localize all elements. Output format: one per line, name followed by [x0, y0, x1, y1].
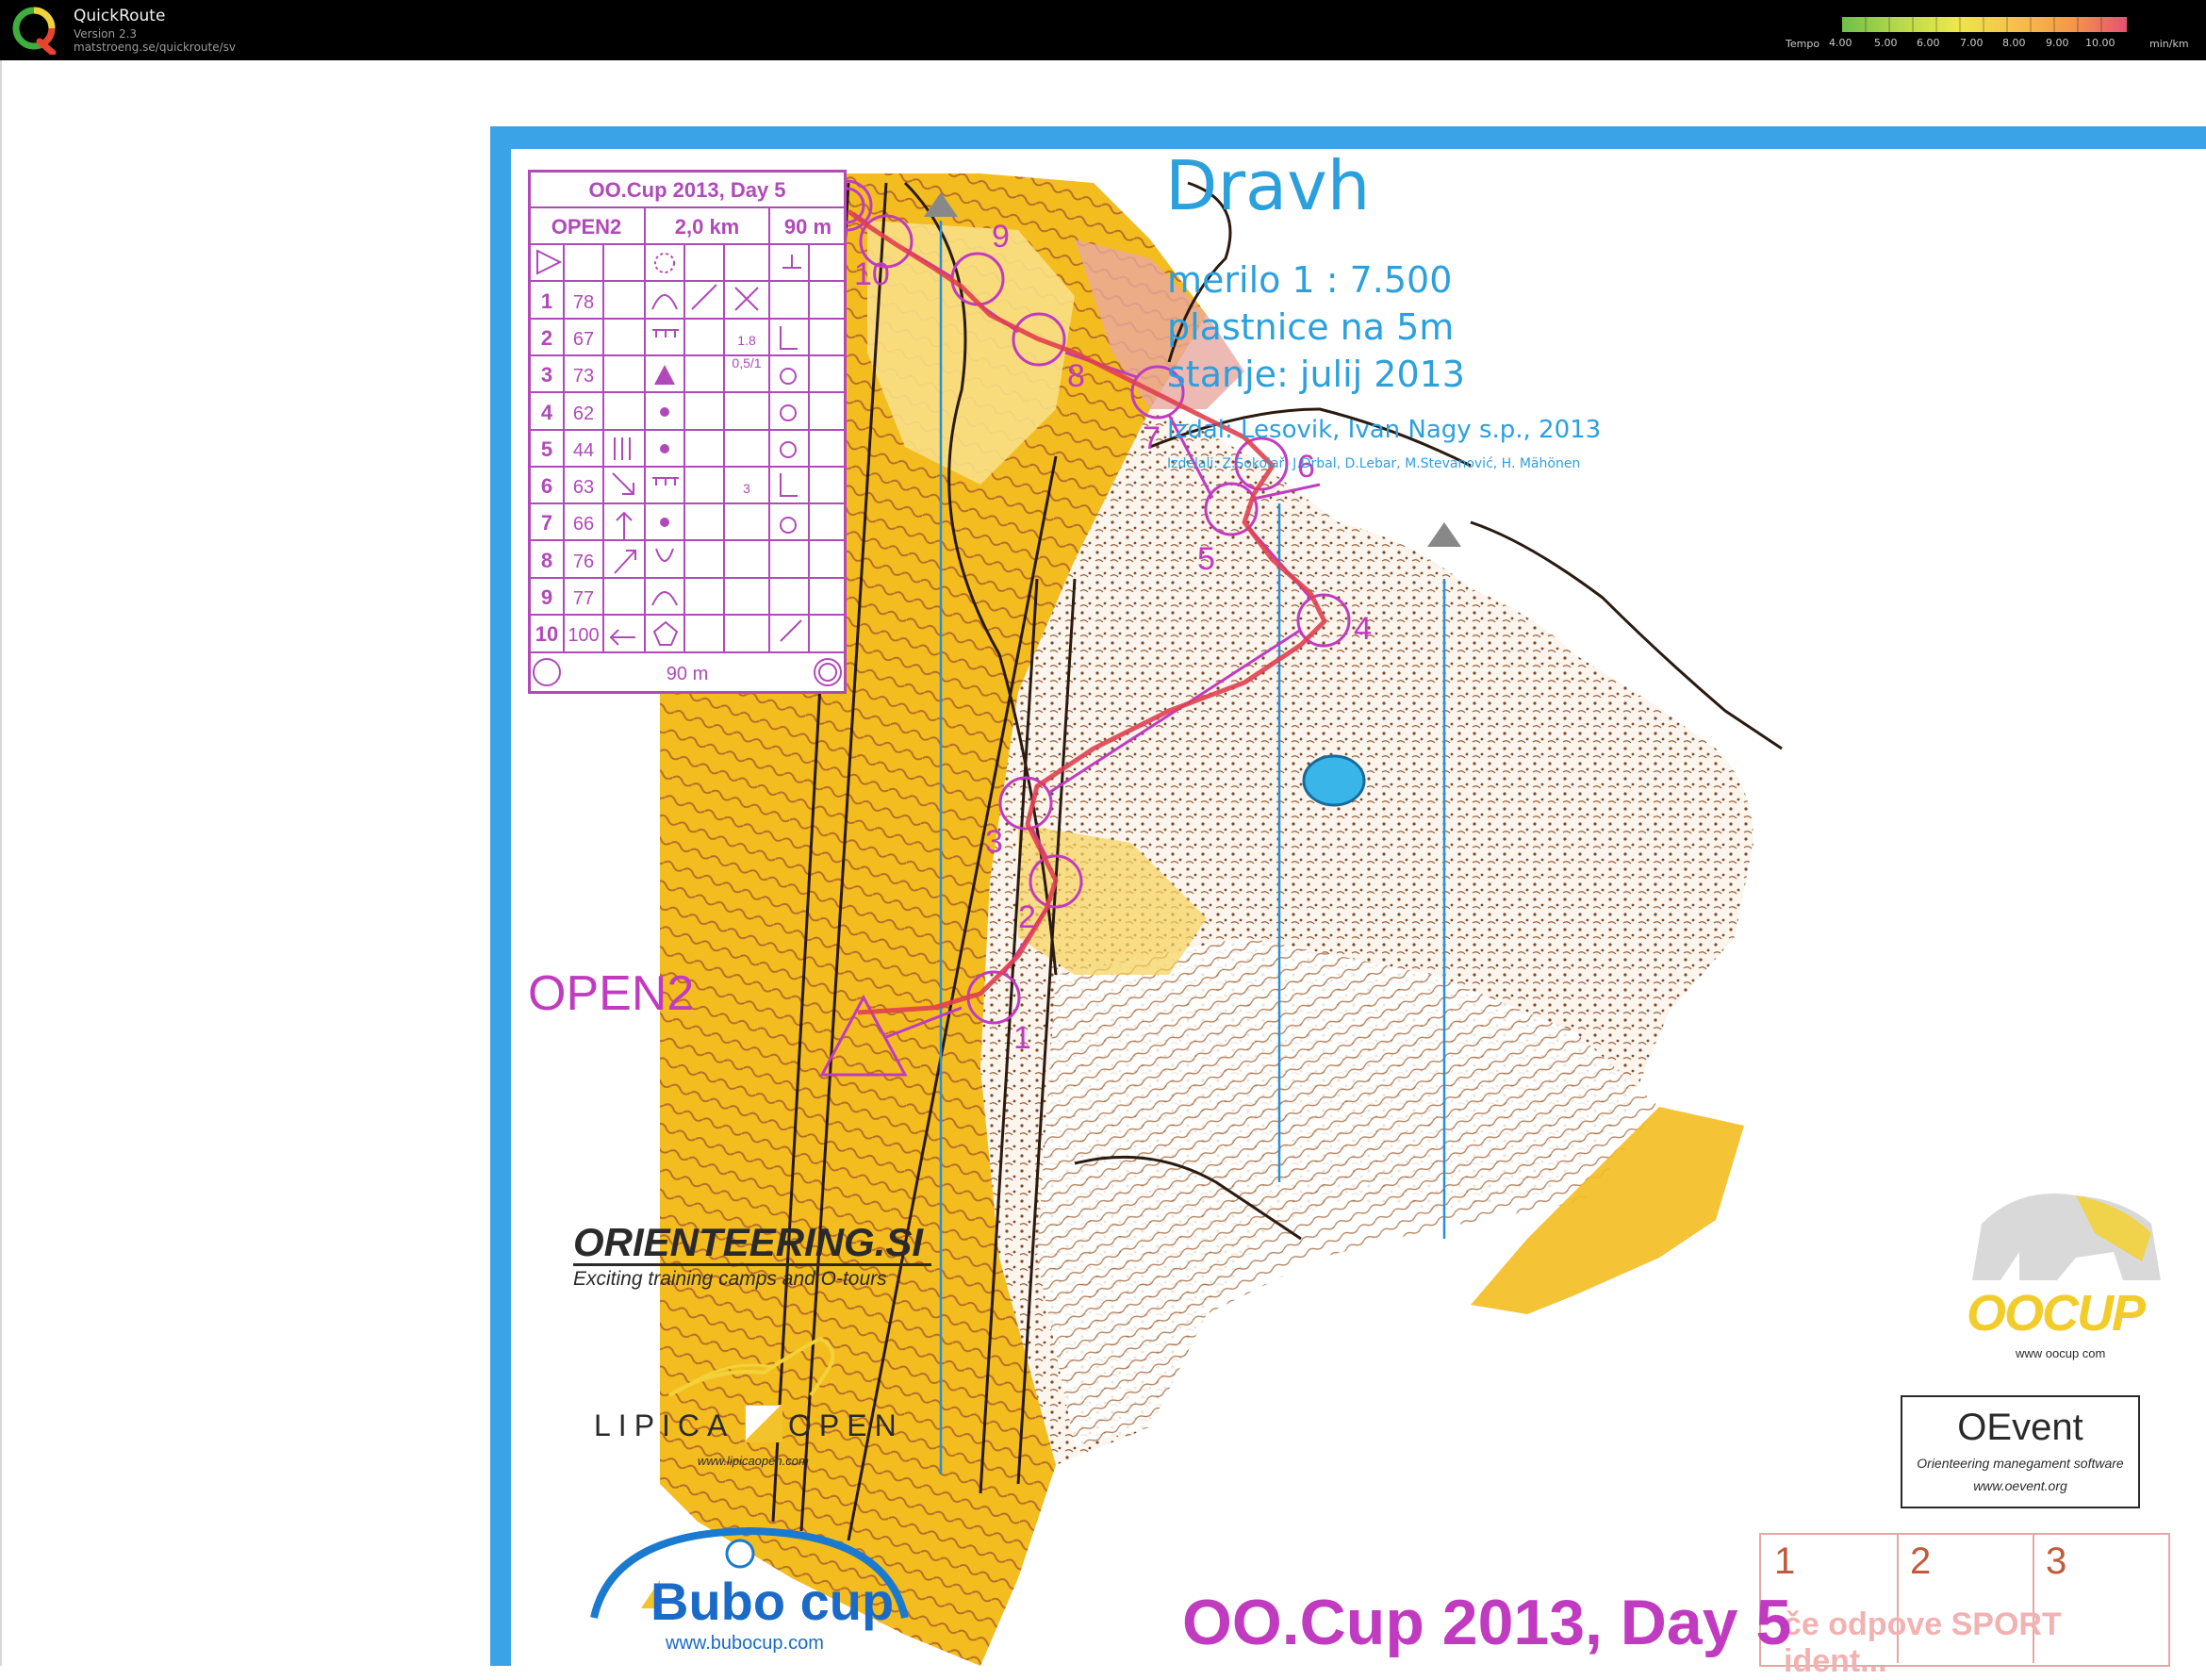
sheet-row-number: 5 — [541, 437, 552, 461]
sheet-climb: 90 m — [784, 215, 831, 239]
oevent-url: www.oevent.org — [1973, 1478, 2067, 1493]
dot-icon — [660, 444, 669, 453]
sheet-row-number: 9 — [541, 585, 552, 609]
tempo-tick: 7.00 — [1960, 37, 1984, 49]
app-version: Version 2.3 — [74, 27, 138, 41]
box-label: 2 — [1910, 1540, 1932, 1582]
map-state: stanje: julij 2013 — [1167, 354, 1465, 395]
lipica-url: www.lipicaopen.com — [698, 1454, 809, 1468]
tempo-tick: 10.00 — [2085, 37, 2115, 49]
dot-icon — [660, 518, 669, 527]
control-number: 3 — [985, 824, 1003, 860]
box-label: 1 — [1774, 1540, 1796, 1582]
sheet-row-code: 78 — [573, 292, 594, 313]
sheet-row-number: 3 — [541, 363, 552, 387]
tempo-tick: 6.00 — [1917, 37, 1940, 49]
bubo-cup-logo: Bubo cup www.bubocup.com — [584, 1524, 914, 1665]
tempo-label: Tempo — [1786, 38, 1820, 50]
lipica-open-logo: LIPICA OPEN www.lipicaopen.com — [594, 1329, 914, 1471]
sheet-row-code: 62 — [573, 404, 594, 424]
sheet-row-number: 6 — [541, 474, 552, 498]
lipica-square-icon — [745, 1405, 782, 1442]
dot-icon — [660, 407, 669, 417]
tempo-tick: 4.00 — [1829, 37, 1852, 49]
box-label: 3 — [2046, 1540, 2067, 1582]
control-number: 5 — [1197, 541, 1215, 577]
oocup-logo: OOCUP www oocup com — [1963, 1177, 2170, 1365]
bubo-cup-title: Bubo cup — [650, 1572, 895, 1631]
sheet-row-code: 63 — [573, 477, 594, 498]
sheet-finish-distance: 90 m — [667, 664, 708, 684]
sheet-row-number: 1 — [541, 289, 552, 313]
oocup-title: OOCUP — [1967, 1285, 2146, 1342]
sheet-row-number: 8 — [541, 549, 552, 572]
sheet-row-number: 10 — [535, 622, 558, 646]
tempo-tick: 5.00 — [1874, 37, 1898, 49]
sheet-row-extra: 3 — [743, 481, 750, 496]
wall-icon — [652, 329, 679, 338]
oevent-subtitle: Orienteering manegament software — [1917, 1456, 2124, 1471]
app-url: matstroeng.se/quickroute/sv — [74, 41, 237, 54]
sheet-row-code: 76 — [573, 552, 594, 572]
tempo-tick: 8.00 — [2002, 37, 2026, 49]
app-name: QuickRoute — [74, 7, 166, 25]
tempo-color-scale — [1842, 17, 2127, 32]
tempo-unit: min/km — [2149, 38, 2189, 50]
quickroute-logo-icon — [12, 7, 57, 55]
bear-icon — [1972, 1194, 2161, 1280]
sheet-row-code: 44 — [573, 440, 594, 461]
lipica-right-label: OPEN — [788, 1408, 904, 1442]
orienteering-si-logo: ORIENTEERING.SI Exciting training camps … — [573, 1222, 931, 1291]
map-contours: plastnice na 5m — [1167, 306, 1454, 348]
backup-punch-boxes: 1 2 3 če odpove SPORT ident... — [1759, 1533, 2170, 1679]
map-scale: merilo 1 : 7.500 — [1167, 259, 1452, 301]
tempo-tick: 9.00 — [2046, 37, 2069, 49]
control-number: 9 — [992, 219, 1010, 255]
sheet-row-code: 67 — [573, 329, 594, 350]
lipica-left-label: LIPICA — [594, 1408, 735, 1442]
control-number: 8 — [1067, 358, 1085, 394]
control-number: 7 — [1143, 420, 1161, 456]
horse-icon — [667, 1336, 835, 1397]
control-number: 2 — [1018, 899, 1036, 935]
canvas-edge — [0, 60, 2, 1666]
app-title-bar: QuickRoute Version 2.3 matstroeng.se/qui… — [0, 0, 2206, 60]
sheet-length: 2,0 km — [675, 215, 740, 239]
orienteering-si-title: ORIENTEERING.SI — [573, 1222, 931, 1266]
sheet-row-code: 100 — [568, 625, 599, 646]
oevent-box: OEvent Orienteering manegament software … — [1901, 1395, 2140, 1508]
sheet-row-number: 2 — [541, 326, 552, 350]
map-makers: Izdelali: Z.Sokolař, J.Drbal, D.Lebar, M… — [1167, 456, 1580, 471]
control-description-sheet: OO.Cup 2013, Day 5 OPEN2 2,0 km 90 m 1 2… — [528, 170, 847, 694]
orienteering-si-subtitle: Exciting training camps and O-tours — [573, 1268, 887, 1290]
map-title: Dravh — [1165, 146, 1370, 225]
oocup-url: www oocup com — [2016, 1346, 2106, 1360]
class-label: OPEN2 — [528, 966, 695, 1021]
wall-icon — [652, 477, 679, 486]
sheet-event-title: OO.Cup 2013, Day 5 — [588, 178, 785, 202]
bubo-cup-url: www.bubocup.com — [666, 1633, 824, 1654]
bottom-title: OO.Cup 2013, Day 5 — [1182, 1587, 1792, 1658]
control-number: 10 — [854, 256, 890, 292]
sheet-row-number: 7 — [541, 511, 552, 535]
sheet-course: OPEN2 — [552, 215, 622, 239]
sheet-row-extra: 1.8 — [737, 333, 756, 348]
sheet-row-code: 77 — [573, 588, 594, 609]
sheet-row-extra: 0,5/1 — [732, 355, 761, 371]
control-number: 4 — [1354, 611, 1372, 647]
control-number: 1 — [1013, 1020, 1031, 1056]
lake — [1302, 754, 1366, 807]
sheet-row-number: 4 — [541, 401, 553, 424]
backup-note: če odpove SPORT ident... — [1784, 1606, 2062, 1679]
sheet-row-code: 73 — [573, 366, 594, 387]
oevent-title: OEvent — [1957, 1407, 2083, 1448]
map-publisher: Izdal: Lesovik, Ivan Nagy s.p., 2013 — [1167, 416, 1601, 444]
sheet-row-code: 66 — [573, 514, 594, 535]
